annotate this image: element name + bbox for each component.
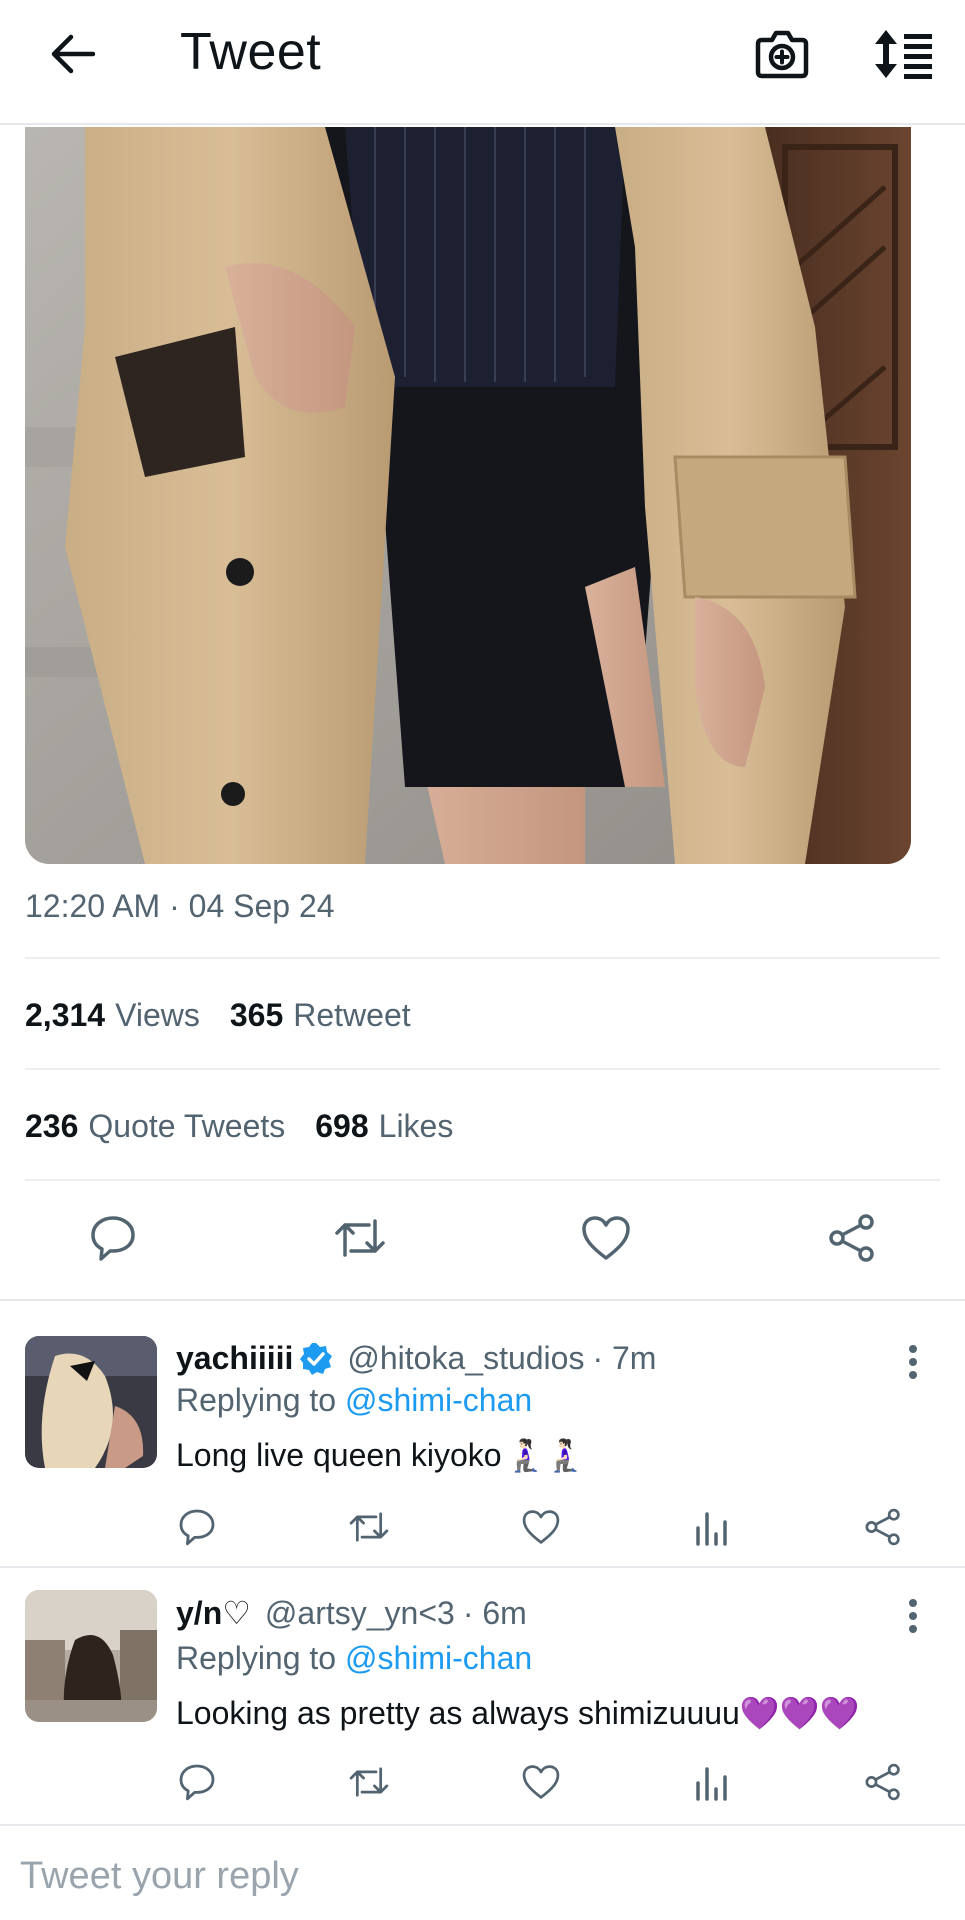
reply-action-bar: [0, 1502, 965, 1552]
analytics-button[interactable]: [687, 1757, 737, 1807]
reply-header: yachiiiii @hitoka_studios · 7m: [176, 1340, 656, 1377]
reply-button[interactable]: [172, 1757, 222, 1807]
divider: [25, 957, 940, 959]
views-label: Views: [115, 997, 200, 1033]
quotes-stat[interactable]: 236 Quote Tweets: [25, 1108, 285, 1145]
views-stat[interactable]: 2,314 Views: [25, 997, 200, 1034]
share-button[interactable]: [858, 1757, 908, 1807]
heart-icon: [522, 1765, 560, 1799]
more-vertical-icon: [909, 1599, 917, 1633]
divider: [0, 1299, 965, 1301]
retweet-button[interactable]: [344, 1757, 394, 1807]
quotes-count: 236: [25, 1108, 79, 1144]
retweet-button[interactable]: [344, 1502, 394, 1552]
page-title: Tweet: [180, 23, 322, 81]
share-icon: [865, 1508, 900, 1546]
arrow-left-icon: [51, 34, 95, 74]
analytics-icon: [696, 1767, 727, 1801]
reply-body: Looking as pretty as always shimizuuuu: [176, 1694, 740, 1731]
replying-prefix: Replying to: [176, 1382, 337, 1418]
avatar[interactable]: [25, 1336, 157, 1468]
retweets-stat[interactable]: 365 Retweet: [230, 997, 411, 1034]
divider: [0, 1566, 965, 1568]
like-button[interactable]: [516, 1757, 566, 1807]
replying-mention[interactable]: @shimi-chan: [345, 1382, 532, 1418]
reply-time: · 6m: [462, 1594, 527, 1631]
share-button[interactable]: [858, 1502, 908, 1552]
likes-stat[interactable]: 698 Likes: [315, 1108, 453, 1145]
retweets-count: 365: [229, 997, 284, 1033]
stats-row-quotes-likes: 236 Quote Tweets 698 Likes: [25, 1108, 453, 1145]
reply-emoji: 💜💜💜: [739, 1695, 860, 1731]
comment-icon: [179, 1764, 215, 1801]
reply-input[interactable]: [20, 1848, 920, 1904]
reply-time: · 7m: [592, 1340, 657, 1376]
display-name[interactable]: y/n♡: [176, 1594, 251, 1632]
avatar-image: [25, 1590, 157, 1722]
quotes-label: Quote Tweets: [88, 1108, 286, 1144]
like-button[interactable]: [576, 1208, 636, 1268]
more-options-button[interactable]: [895, 1594, 931, 1638]
user-handle[interactable]: @artsy_yn<3: [265, 1595, 455, 1632]
avatar[interactable]: [25, 1590, 157, 1722]
reply-text: Long live queen kiyoko 🧎🏻‍♀️🧎🏻‍♀️: [176, 1436, 585, 1474]
sort-list-icon: [875, 30, 932, 79]
back-button[interactable]: [40, 22, 104, 86]
likes-count: 698: [315, 1108, 369, 1144]
analytics-icon: [696, 1512, 727, 1546]
camera-button[interactable]: [750, 22, 814, 86]
heart-icon: [522, 1510, 560, 1544]
like-button[interactable]: [516, 1502, 566, 1552]
more-options-button[interactable]: [895, 1340, 931, 1384]
share-button[interactable]: [822, 1208, 882, 1268]
views-count: 2,314: [25, 997, 106, 1033]
display-name[interactable]: yachiiiii: [176, 1340, 293, 1377]
sort-replies-button[interactable]: [868, 22, 938, 86]
user-handle[interactable]: @hitoka_studios: [347, 1340, 584, 1377]
tweet-timestamp: 12:20 AM · 04 Sep 24: [25, 888, 335, 924]
reply-action-bar: [0, 1757, 965, 1807]
retweet-button[interactable]: [330, 1208, 390, 1268]
reply-item[interactable]: y/n♡ @artsy_yn<3 · 6m Replying to @shimi…: [0, 1590, 965, 1824]
likes-label: Likes: [378, 1108, 454, 1144]
reply-text: Looking as pretty as always shimizuuuu 💜…: [176, 1694, 859, 1732]
comment-icon: [91, 1216, 135, 1261]
avatar-image: [25, 1336, 157, 1468]
replying-mention[interactable]: @shimi-chan: [345, 1640, 532, 1676]
tweet-action-bar: [0, 1208, 965, 1268]
analytics-button[interactable]: [687, 1502, 737, 1552]
retweets-label: Retweet: [293, 997, 411, 1033]
replying-to: Replying to @shimi-chan: [176, 1382, 532, 1419]
replying-to: Replying to @shimi-chan: [176, 1640, 532, 1677]
share-icon: [865, 1763, 900, 1801]
reply-button[interactable]: [83, 1208, 143, 1268]
divider: [25, 1068, 940, 1070]
retweet-icon: [349, 1767, 389, 1797]
more-vertical-icon: [909, 1345, 917, 1379]
replying-prefix: Replying to: [176, 1640, 337, 1676]
reply-header: y/n♡ @artsy_yn<3 · 6m: [176, 1594, 527, 1632]
reply-item[interactable]: yachiiiii @hitoka_studios · 7m Replying …: [0, 1336, 965, 1570]
top-app-bar: Tweet: [0, 0, 965, 125]
heart-icon: [582, 1216, 630, 1260]
retweet-icon: [349, 1512, 389, 1542]
divider: [25, 1179, 940, 1181]
comment-icon: [179, 1509, 215, 1546]
retweet-icon: [335, 1219, 385, 1257]
verified-badge-icon: [300, 1342, 333, 1375]
stats-row-views-retweets: 2,314 Views 365 Retweet: [25, 997, 411, 1034]
reply-body: Long live queen kiyoko: [176, 1436, 502, 1473]
reply-composer: [0, 1824, 965, 1920]
tweet-image: [25, 127, 911, 864]
tweet-photo[interactable]: [25, 127, 911, 864]
share-icon: [829, 1214, 874, 1262]
reply-button[interactable]: [172, 1502, 222, 1552]
camera-plus-icon: [755, 30, 809, 79]
reply-emoji: 🧎🏻‍♀️🧎🏻‍♀️: [505, 1437, 586, 1473]
